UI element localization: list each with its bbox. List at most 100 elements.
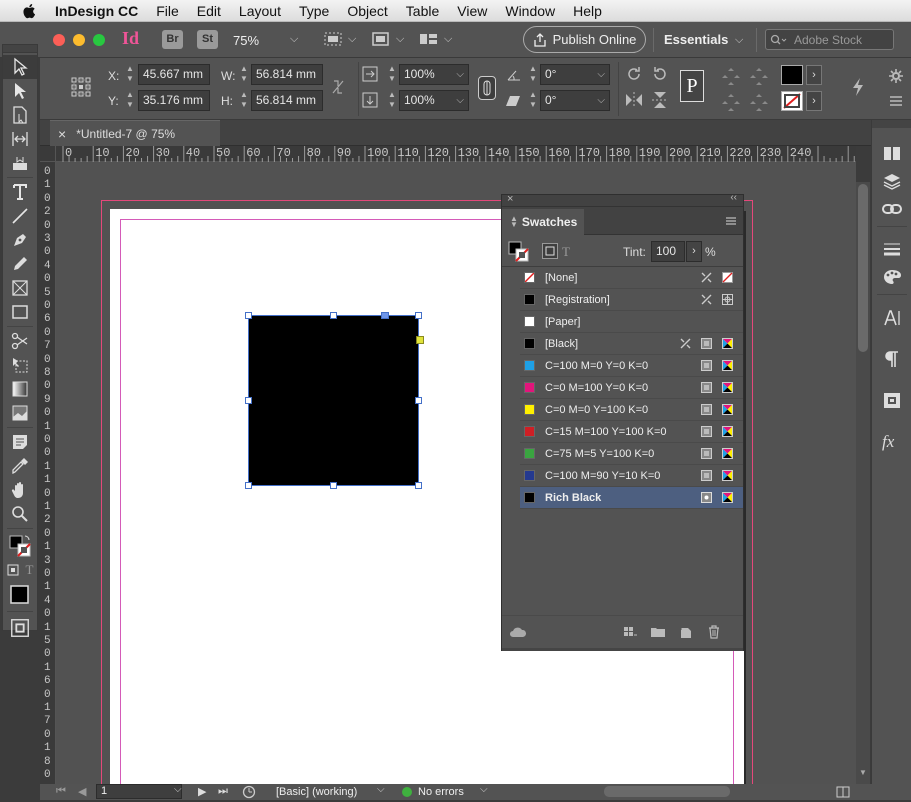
corner-options-handle[interactable] [381,312,389,319]
paragraph-direction-button[interactable]: P [680,70,704,102]
pages-panel-icon[interactable] [882,144,902,162]
x-spinner[interactable]: ▲ ▼ [124,64,136,85]
direct-selection-tool[interactable] [3,79,37,103]
fill-dropdown[interactable]: › [806,65,822,85]
window-zoom-button[interactable] [93,34,105,46]
resize-handle-bottom-right[interactable] [415,482,422,489]
select-previous-icon[interactable] [720,92,742,112]
hand-tool[interactable] [3,478,37,502]
w-field[interactable]: 56.814 mm [251,64,323,85]
tools-panel-grip[interactable] [3,45,37,53]
formatting-affects-control[interactable]: T [3,561,37,579]
pen-tool[interactable] [3,228,37,252]
adobe-stock-search[interactable]: Adobe Stock [765,29,894,50]
page-tool[interactable] [3,103,37,127]
next-page-icon[interactable]: ▶ [198,785,206,798]
shear-spinner[interactable]: ▲ ▼ [527,90,539,111]
close-panel-icon[interactable]: × [507,193,513,205]
new-swatch-icon[interactable] [679,625,693,639]
horizontal-scrollbar-thumb[interactable] [604,786,730,797]
selection-tool[interactable] [3,55,37,79]
split-view-icon[interactable] [836,785,850,799]
shear-field[interactable]: 0° ⌵ [540,90,610,111]
swatch-row[interactable]: C=15 M=100 Y=100 K=0 [520,421,743,443]
menu-type[interactable]: Type [290,3,338,19]
quick-apply-icon[interactable] [848,76,868,98]
swatch-row[interactable]: [Registration] [520,289,743,311]
scale-y-spinner[interactable]: ▲ ▼ [386,90,398,111]
panel-menu-icon[interactable] [725,215,737,225]
close-tab-icon[interactable]: × [58,126,66,142]
eyedropper-tool[interactable] [3,454,37,478]
collapse-panel-icon[interactable]: ‹‹ [730,192,737,203]
select-next-icon[interactable] [748,92,770,112]
note-tool[interactable] [3,430,37,454]
publish-online-button[interactable]: Publish Online [523,26,646,53]
tint-slider-button[interactable]: › [686,241,702,262]
select-container-icon[interactable] [720,66,742,86]
resize-handle-left[interactable] [245,397,252,404]
constrain-proportions-icon[interactable] [330,78,346,96]
menu-object[interactable]: Object [338,3,396,19]
menu-help[interactable]: Help [564,3,611,19]
screen-mode-control[interactable] [3,614,37,642]
dock-grip[interactable] [872,120,911,128]
stroke-dropdown[interactable]: › [806,91,822,111]
stroke-swatch[interactable] [781,91,803,111]
rotate-field[interactable]: 0° ⌵ [540,64,610,85]
vertical-scrollbar[interactable]: ▼ [856,182,870,784]
fill-stroke-control[interactable] [3,531,37,561]
stock-app-button[interactable]: St [197,30,218,49]
first-page-icon[interactable]: ⏮ [56,785,66,798]
document-canvas[interactable]: × ‹‹ ▲ ▼ Swatches T Tint: 100 › % [None][… [56,162,856,784]
tint-field[interactable]: 100 [651,241,685,262]
gradient-swatch-tool[interactable] [3,377,37,401]
resize-handle-right[interactable] [415,397,422,404]
vertical-ruler[interactable]: 0102030405060708090100110120130140150160… [40,162,56,784]
swatch-row[interactable]: C=100 M=0 Y=0 K=0 [520,355,743,377]
swatch-row[interactable]: C=0 M=0 Y=100 K=0 [520,399,743,421]
swatch-row[interactable]: [Black] [520,333,743,355]
apple-icon[interactable] [20,2,40,20]
errors-dropdown-icon[interactable]: ⌵ [480,784,488,795]
h-field[interactable]: 56.814 mm [251,90,323,111]
workspace-switcher[interactable]: Essentials [664,32,728,47]
menu-view[interactable]: View [448,3,496,19]
color-panel-icon[interactable] [882,268,902,286]
swatch-row[interactable]: [None] [520,267,743,289]
arrange-documents-icon[interactable] [418,30,440,48]
menu-layout[interactable]: Layout [230,3,290,19]
bridge-button[interactable]: Br [162,30,183,49]
y-field[interactable]: 35.176 mm [138,90,210,111]
layers-panel-icon[interactable] [882,172,902,190]
menu-edit[interactable]: Edit [188,3,230,19]
apply-color-control[interactable] [3,581,37,609]
menu-file[interactable]: File [147,3,188,19]
swatch-row[interactable]: C=100 M=90 Y=10 K=0 [520,465,743,487]
rectangle-tool[interactable] [3,300,37,324]
show-swatch-types-icon[interactable] [623,626,637,638]
w-spinner[interactable]: ▲ ▼ [238,64,250,85]
resize-handle-top[interactable] [330,312,337,319]
swatches-tab[interactable]: ▲ ▼ Swatches [502,209,584,235]
page-number-field[interactable]: 1 [96,784,182,799]
scroll-down-icon[interactable]: ▼ [859,768,867,777]
text-wrap-icon[interactable] [882,390,902,410]
live-corners-handle[interactable] [416,336,424,344]
resize-handle-bottom[interactable] [330,482,337,489]
flip-horizontal-icon[interactable] [624,90,644,110]
swatch-row[interactable]: C=0 M=100 Y=0 K=0 [520,377,743,399]
rectangle-frame-tool[interactable] [3,276,37,300]
scissors-tool[interactable] [3,329,37,353]
gradient-feather-tool[interactable] [3,401,37,425]
resize-handle-bottom-left[interactable] [245,482,252,489]
character-styles-icon[interactable] [882,308,902,328]
rotate-counterclockwise-icon[interactable] [650,64,670,84]
document-tab[interactable]: × *Untitled-7 @ 75% [50,120,220,146]
arrange-dropdown-icon[interactable]: ⌵ [444,33,452,46]
horizontal-ruler[interactable]: 0 10 20 30 40 50 60 70 80 90 100 110 120 130 140 150 160… [40,146,856,162]
rotate-spinner[interactable]: ▲ ▼ [527,64,539,85]
profile-dropdown-icon[interactable]: ⌵ [377,784,385,795]
panel-menu-icon[interactable] [888,94,904,108]
menu-app-name[interactable]: InDesign CC [46,3,147,19]
